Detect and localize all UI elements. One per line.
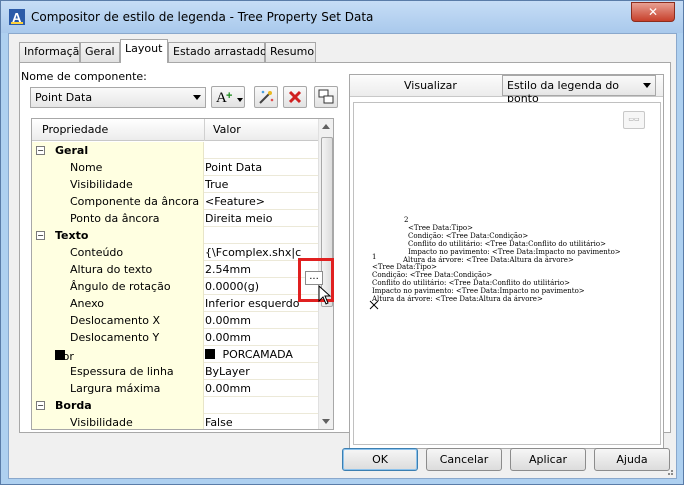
property-column-header: Propriedade xyxy=(42,123,109,136)
property-row[interactable]: Altura do texto 2.54mm xyxy=(32,261,318,278)
preview-label: Visualizar xyxy=(404,79,457,92)
property-row[interactable]: Componente da âncora <Feature> xyxy=(32,193,318,210)
svg-text:+: + xyxy=(226,90,232,102)
property-row[interactable]: Ponto da âncora Direita meio xyxy=(32,210,318,227)
property-row[interactable]: Largura máxima 0.00mm xyxy=(32,380,318,397)
value-column-header: Valor xyxy=(213,123,241,136)
collapse-icon[interactable]: − xyxy=(36,401,45,410)
text-add-icon: A + xyxy=(216,90,243,106)
app-icon: A xyxy=(9,9,25,25)
property-row[interactable]: Espessura de linha ByLayer xyxy=(32,363,318,380)
component-name-label: Nome de componente: xyxy=(21,70,147,83)
cancel-button[interactable]: Cancelar xyxy=(426,448,502,471)
apply-button[interactable]: Aplicar xyxy=(510,448,586,471)
property-row[interactable]: Nome Point Data xyxy=(32,159,318,176)
help-button[interactable]: Ajuda xyxy=(594,448,670,471)
property-row[interactable]: Ângulo de rotação 0.0000(g) xyxy=(32,278,318,295)
property-row[interactable]: Anexo Inferior esquerdo xyxy=(32,295,318,312)
preview-header: Visualizar Estilo da legenda do ponto xyxy=(350,75,663,105)
category-row-borda[interactable]: − Borda xyxy=(32,397,318,414)
color-swatch xyxy=(205,349,215,359)
component-order-button[interactable] xyxy=(314,86,338,108)
close-button[interactable]: ✕ xyxy=(631,2,675,22)
collapse-icon[interactable]: − xyxy=(36,146,45,155)
tab-layout[interactable]: Layout xyxy=(120,39,168,63)
preview-panel: Visualizar Estilo da legenda do ponto ▭▭… xyxy=(349,74,664,449)
property-row[interactable]: Visibilidade False xyxy=(32,414,318,429)
edit-component-button[interactable] xyxy=(254,86,278,108)
chevron-down-icon xyxy=(193,95,201,100)
title-bar[interactable]: A Compositor de estilo de legenda - Tree… xyxy=(1,1,683,33)
ok-button[interactable]: OK xyxy=(342,448,418,471)
category-row-texto[interactable]: − Texto xyxy=(32,227,318,244)
mouse-cursor-icon xyxy=(318,285,332,305)
column-divider[interactable] xyxy=(204,119,205,141)
tab-resumo[interactable]: Resumo xyxy=(265,42,316,62)
point-marker-icon xyxy=(369,300,379,310)
property-row[interactable]: Deslocamento X 0.00mm xyxy=(32,312,318,329)
close-icon: ✕ xyxy=(647,5,659,19)
dialog-client: Informação Geral Layout Estado arrastado… xyxy=(8,33,677,479)
property-row-content[interactable]: Conteúdo {\Fcomplex.shx|c0 xyxy=(32,244,318,261)
magic-wand-icon xyxy=(259,90,274,104)
preview-canvas[interactable]: ▭▭ 2 <Tree Data:Tipo> Condição: <Tree Da… xyxy=(353,102,661,445)
property-row-color[interactable]: Cor PORCAMADA xyxy=(32,346,318,363)
category-row-geral[interactable]: − Geral xyxy=(32,142,318,159)
preview-style-select[interactable]: Estilo da legenda do ponto xyxy=(502,75,656,105)
grid-header: Propriedade Valor xyxy=(32,119,318,141)
property-row[interactable]: Visibilidade True xyxy=(32,176,318,193)
resize-grip-icon[interactable] xyxy=(664,466,674,476)
delete-component-button[interactable] xyxy=(283,86,307,108)
component-order-icon xyxy=(318,89,334,104)
dialog-window: A Compositor de estilo de legenda - Tree… xyxy=(0,0,684,485)
tab-geral[interactable]: Geral xyxy=(80,42,120,62)
property-row[interactable]: Deslocamento Y 0.00mm xyxy=(32,329,318,346)
scroll-down-icon[interactable] xyxy=(322,419,330,424)
window-title: Compositor de estilo de legenda - Tree P… xyxy=(31,10,374,24)
property-grid: Propriedade Valor − Geral Nome Point Dat… xyxy=(31,118,334,430)
tab-estado-arrastado[interactable]: Estado arrastado xyxy=(168,42,267,62)
add-text-component-button[interactable]: A + xyxy=(211,86,245,108)
chevron-down-icon xyxy=(643,83,651,88)
scroll-up-icon[interactable] xyxy=(322,124,330,129)
component-name-select[interactable]: Point Data xyxy=(30,87,206,108)
delete-icon xyxy=(288,90,302,104)
collapse-icon[interactable]: − xyxy=(36,231,45,240)
zoom-extents-icon[interactable]: ▭▭ xyxy=(623,111,645,129)
tab-informacao[interactable]: Informação xyxy=(19,42,86,62)
